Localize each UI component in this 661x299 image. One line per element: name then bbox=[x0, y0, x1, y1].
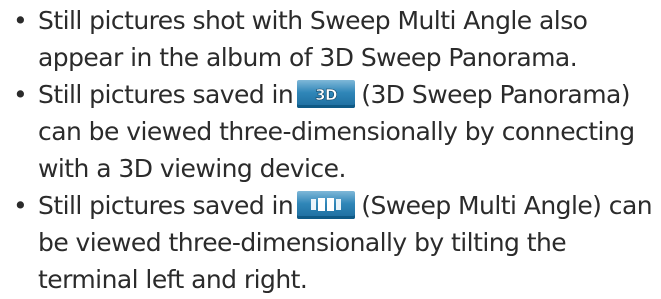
sweep-multi-angle-icon bbox=[297, 191, 356, 219]
document: • Still pictures shot with Sweep Multi A… bbox=[0, 0, 661, 299]
text-line: Still pictures shot with Sweep Multi Ang… bbox=[38, 6, 588, 35]
text-line: terminal left and right. bbox=[38, 265, 308, 294]
text-segment: (3D Sweep Panorama) bbox=[361, 80, 630, 109]
text-line: Still pictures saved in (Sweep Multi Ang… bbox=[38, 187, 661, 224]
list-item: • Still pictures saved in (Sweep Multi A… bbox=[0, 187, 661, 298]
text-line: be viewed three-dimensionally by tilting… bbox=[38, 228, 567, 257]
list-item: • Still pictures shot with Sweep Multi A… bbox=[0, 2, 661, 76]
text-segment: Still pictures saved in bbox=[38, 191, 294, 220]
text-line: Still pictures saved in 3D (3D Sweep Pan… bbox=[38, 76, 661, 113]
3d-icon-label: 3D bbox=[315, 86, 337, 104]
bullet-marker: • bbox=[13, 6, 28, 35]
list-item: • Still pictures saved in 3D (3D Sweep P… bbox=[0, 76, 661, 187]
text-segment: (Sweep Multi Angle) can bbox=[361, 191, 653, 220]
text-line: appear in the album of 3D Sweep Panorama… bbox=[38, 43, 578, 72]
bullet-marker: • bbox=[13, 80, 28, 109]
bullet-marker: • bbox=[13, 191, 28, 220]
text-line: can be viewed three-dimensionally by con… bbox=[38, 117, 635, 146]
bullet-list: • Still pictures shot with Sweep Multi A… bbox=[0, 2, 661, 298]
text-segment: Still pictures saved in bbox=[38, 80, 294, 109]
3d-sweep-panorama-icon: 3D bbox=[297, 80, 356, 108]
text-line: with a 3D viewing device. bbox=[38, 154, 346, 183]
